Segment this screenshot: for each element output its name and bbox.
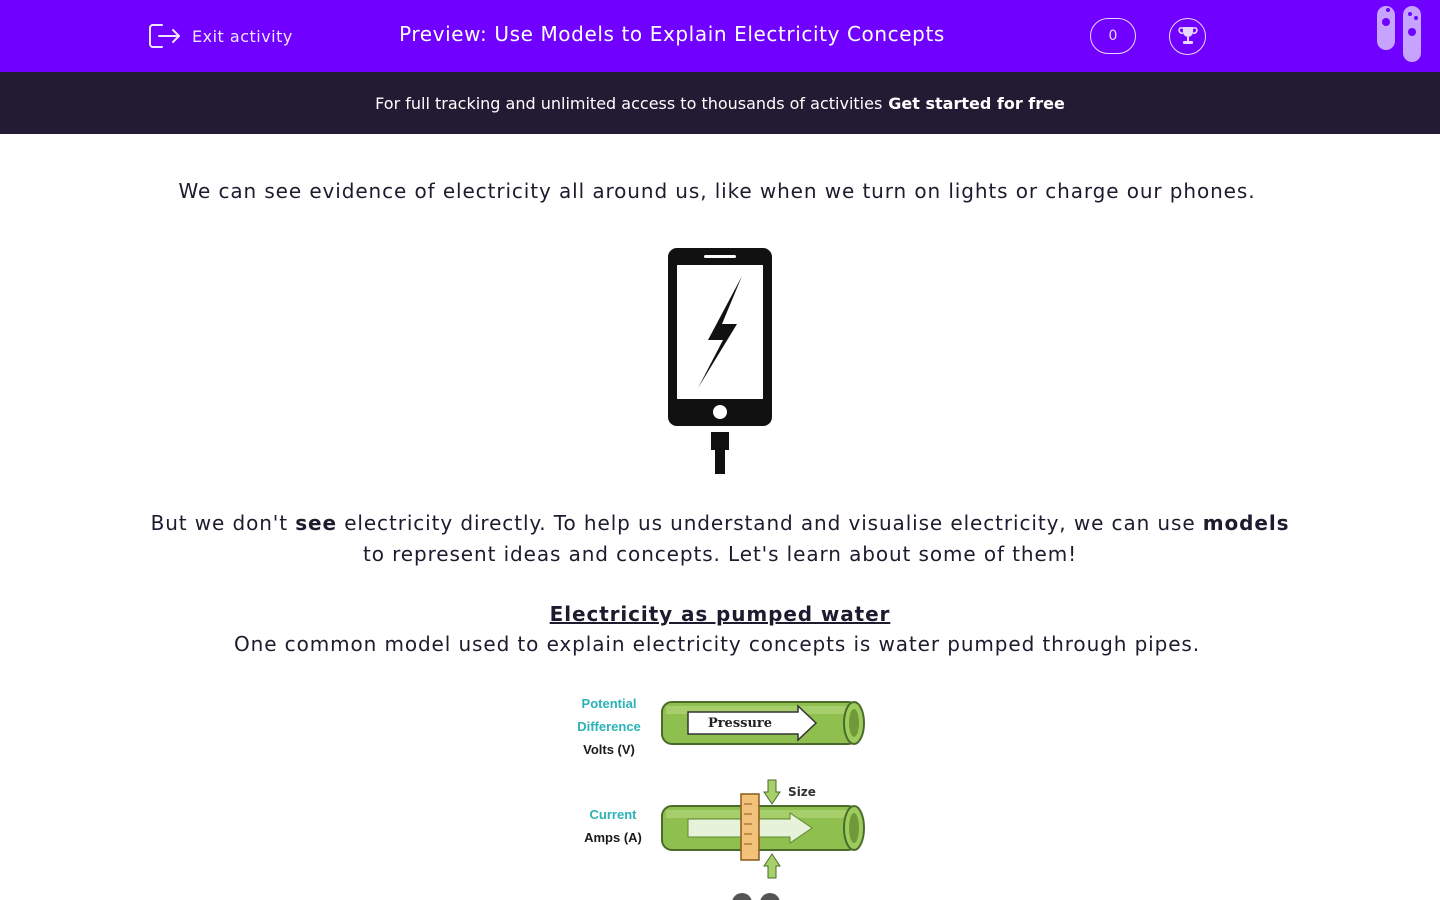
promo-banner: For full tracking and unlimited access t… [0,72,1440,134]
score-counter: 0 [1090,18,1136,54]
trophy-icon [1177,24,1199,50]
current-unit-label: Amps (A) [584,830,642,845]
pressure-label: Pressure [707,716,773,731]
size-label: Size [788,785,816,799]
p2-bold-see: see [295,511,337,535]
p2-bold-models: models [1202,511,1290,535]
page-title: Preview: Use Models to Explain Electrici… [399,22,945,46]
current-pipe-icon [661,779,865,879]
p2-text-1: But we don't [150,511,296,535]
water-pipe-diagram: Potential Difference Volts (V) Pressure … [560,690,880,900]
pd-unit-label: Volts (V) [583,742,635,757]
phone-charging-icon [660,242,780,481]
pd-label-line2: Difference [577,719,641,734]
trophy-button[interactable] [1169,18,1206,55]
section-paragraph: One common model used to explain electri… [234,632,1200,656]
section-heading: Electricity as pumped water [549,602,891,626]
current-label: Current [589,807,637,822]
p2-text-3: to represent ideas and concepts. Let's l… [362,542,1077,566]
intro-paragraph: We can see evidence of electricity all a… [178,179,1256,203]
promo-text: For full tracking and unlimited access t… [375,93,883,113]
brand-logo-icon [1376,6,1426,68]
get-started-link[interactable]: Get started for free [888,94,1065,113]
next-diagram-partial-icon [732,893,780,900]
p2-text-2: electricity directly. To help us underst… [336,511,1203,535]
top-bar: Exit activity Preview: Use Models to Exp… [0,0,1440,72]
pd-label-line1: Potential [581,696,637,711]
models-paragraph: But we don't see electricity directly. T… [140,508,1300,570]
